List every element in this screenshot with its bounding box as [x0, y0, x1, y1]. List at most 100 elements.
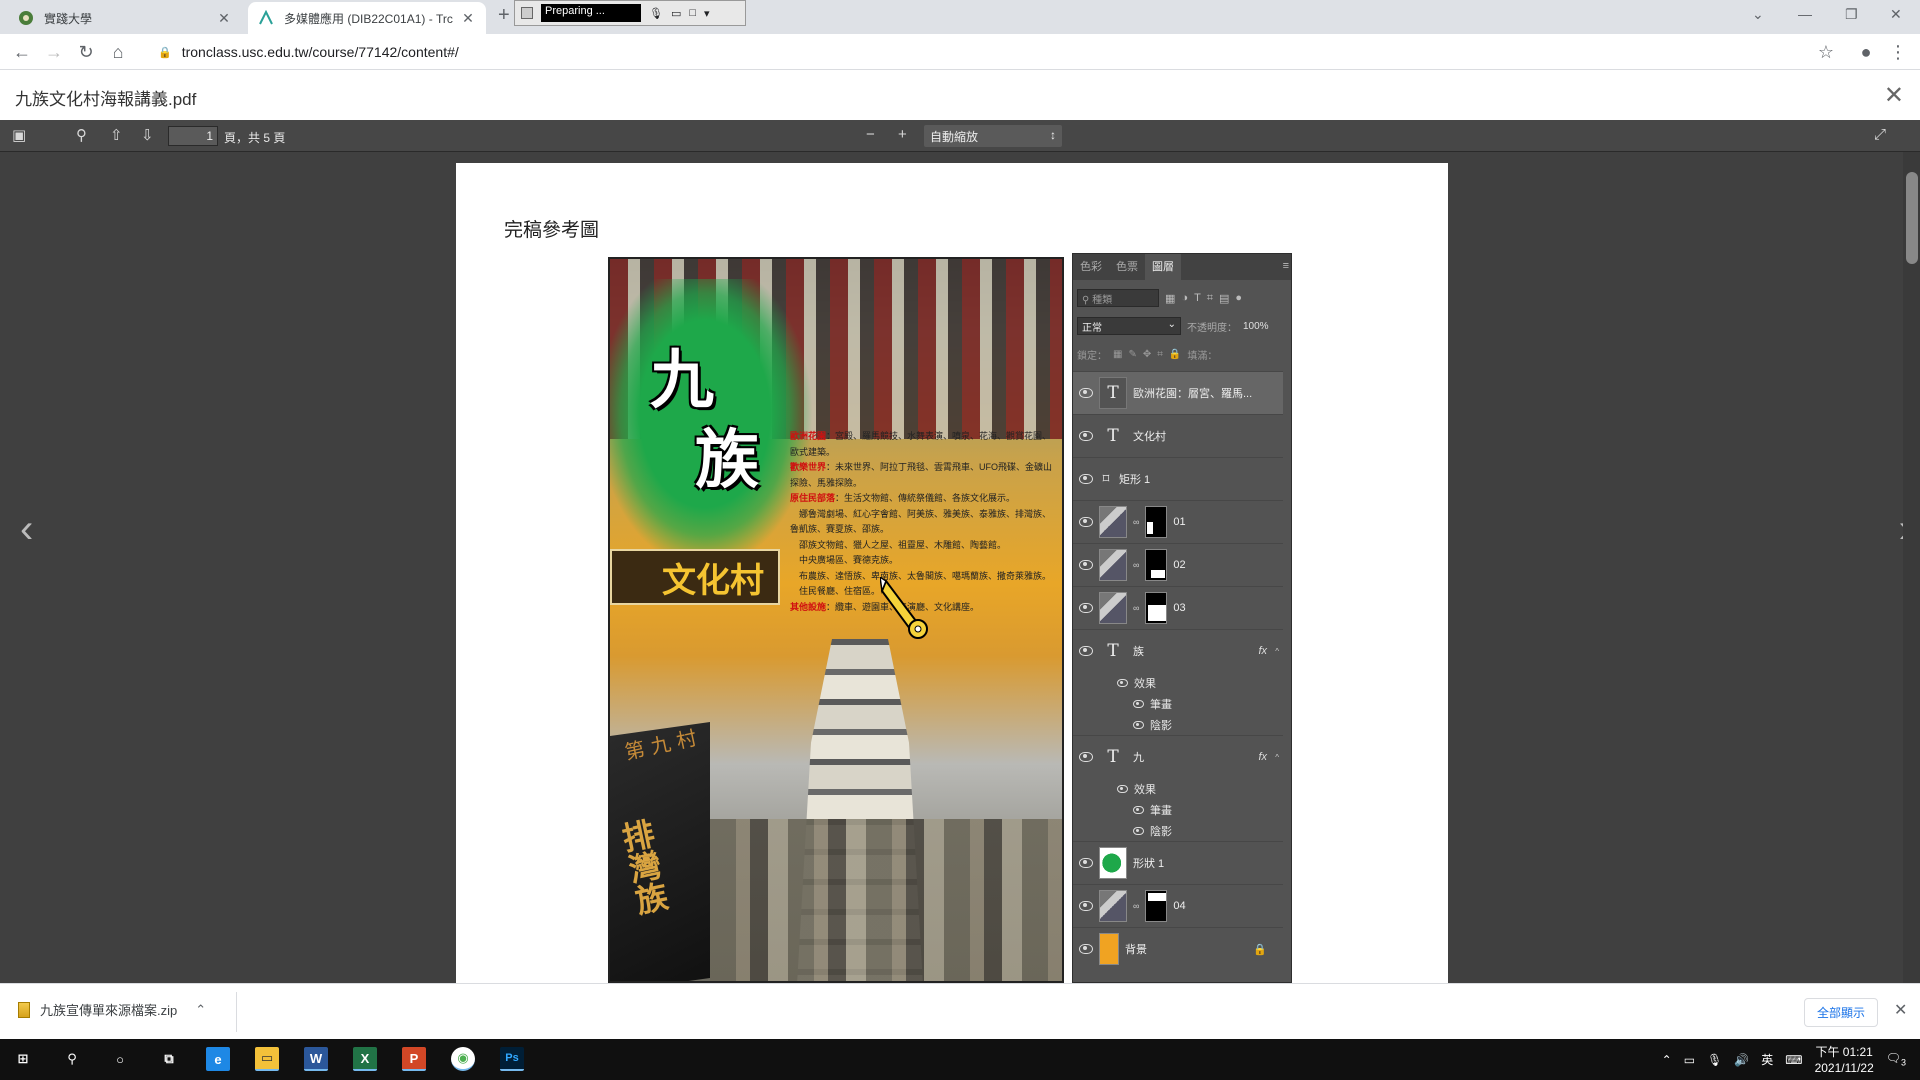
tab-color[interactable]: 色彩 [1073, 254, 1109, 280]
panel-menu-icon[interactable]: ≡ [1283, 260, 1289, 272]
visibility-eye-icon[interactable] [1133, 720, 1144, 729]
close-icon[interactable]: ✕ [1894, 1000, 1907, 1020]
layer-mask-thumbnail[interactable] [1145, 890, 1168, 922]
visibility-eye-icon[interactable] [1079, 901, 1093, 911]
layer-row[interactable]: 形狀 1 [1073, 841, 1283, 884]
fx-icon[interactable]: fx [1258, 751, 1267, 763]
photoshop-icon[interactable]: Ps [500, 1047, 524, 1071]
back-icon[interactable]: ← [12, 42, 32, 63]
cortana-icon[interactable]: ○ [108, 1047, 132, 1071]
layer-row[interactable]: ⌑ 矩形 1 [1073, 457, 1283, 500]
scrollbar-thumb[interactable] [1906, 172, 1918, 264]
layer-mask-thumbnail[interactable] [1145, 592, 1168, 624]
network-icon[interactable]: ▭ [1684, 1053, 1695, 1067]
notifications-icon[interactable]: 🗨3 [1886, 1051, 1906, 1067]
visibility-eye-icon[interactable] [1079, 752, 1093, 762]
visibility-eye-icon[interactable] [1133, 699, 1144, 708]
start-icon[interactable]: ⊞ [11, 1047, 35, 1071]
layer-mask-thumbnail[interactable] [1145, 549, 1168, 581]
ime-indicator[interactable]: 英 [1761, 1051, 1773, 1068]
lock-position-icon[interactable]: ✥ [1143, 349, 1151, 360]
record-icon[interactable] [521, 7, 533, 19]
new-tab-button[interactable]: + [498, 4, 510, 27]
tab-usc[interactable]: 實踐大學 ✕ [8, 2, 242, 34]
lock-paint-icon[interactable]: ✎ [1128, 349, 1136, 360]
word-icon[interactable]: W [304, 1047, 328, 1071]
page-number-input[interactable] [168, 126, 218, 146]
collapse-caret-icon[interactable]: ^ [1275, 753, 1279, 762]
link-chain-icon[interactable]: ∞ [1133, 901, 1139, 911]
tab-tronclass[interactable]: 多媒體應用 (DIB22C01A1) - Trc ✕ [248, 2, 486, 34]
show-hidden-icons-icon[interactable]: ⌃ [1662, 1053, 1672, 1067]
show-all-button[interactable]: 全部顯示 [1804, 998, 1879, 1027]
layer-mask-thumbnail[interactable] [1145, 506, 1168, 538]
link-chain-icon[interactable]: ∞ [1133, 517, 1139, 527]
url-field[interactable]: 🔒 tronclass.usc.edu.tw/course/77142/cont… [158, 41, 459, 63]
collapse-caret-icon[interactable]: ^ [1275, 647, 1279, 656]
volume-icon[interactable]: 🔊 [1734, 1053, 1749, 1067]
visibility-eye-icon[interactable] [1079, 474, 1093, 484]
visibility-eye-icon[interactable] [1079, 646, 1093, 656]
file-explorer-icon[interactable]: ▭ [255, 1047, 279, 1071]
previous-page-icon[interactable]: ⇧ [110, 126, 123, 144]
minimize-icon[interactable]: — [1798, 6, 1812, 22]
lock-transparent-icon[interactable]: ▦ [1113, 349, 1122, 360]
chevron-up-icon[interactable]: ⌃ [195, 1002, 206, 1018]
microphone-icon[interactable]: 🎙 [649, 7, 663, 20]
filter-shape-icon[interactable]: ⌗ [1207, 292, 1213, 305]
tab-search-icon[interactable]: ⌄ [1752, 6, 1764, 23]
visibility-eye-icon[interactable] [1133, 826, 1144, 835]
menu-icon[interactable]: ⋮ [1888, 42, 1908, 63]
visibility-eye-icon[interactable] [1079, 858, 1093, 868]
tab-layers[interactable]: 圖層 [1145, 254, 1181, 280]
bookmark-star-icon[interactable]: ☆ [1816, 42, 1836, 63]
lock-artboard-icon[interactable]: ⌗ [1157, 349, 1163, 360]
edge-icon[interactable]: e [206, 1047, 230, 1071]
powerpoint-icon[interactable]: P [402, 1047, 426, 1071]
reload-icon[interactable]: ↻ [76, 42, 96, 63]
link-chain-icon[interactable]: ∞ [1133, 603, 1139, 613]
fullscreen-icon[interactable]: ⤢ [1874, 126, 1886, 143]
next-page-icon[interactable]: ⇩ [141, 126, 154, 144]
layer-row[interactable]: 背景 🔒 [1073, 927, 1283, 970]
clock[interactable]: 下午 01:21 2021/11/22 [1815, 1044, 1874, 1076]
camera-icon[interactable]: ▭ [671, 7, 681, 20]
window-close-icon[interactable]: ✕ [1890, 6, 1902, 23]
layer-row[interactable]: ∞ 01 [1073, 500, 1283, 543]
filter-adjustment-icon[interactable]: ◑ [1181, 292, 1188, 304]
search-icon[interactable]: ⚲ [76, 126, 87, 144]
microphone-icon[interactable]: 🎙 [1707, 1053, 1722, 1067]
sidebar-toggle-icon[interactable]: ▣ [12, 126, 26, 144]
filter-pixel-icon[interactable]: ▦ [1165, 292, 1175, 305]
region-icon[interactable]: □ [689, 7, 696, 19]
download-item[interactable]: 九族宣傳單來源檔案.zip ⌃ [18, 1000, 206, 1019]
visibility-eye-icon[interactable] [1079, 603, 1093, 613]
layer-row[interactable]: T 九 fx ^ [1073, 735, 1283, 778]
chevron-down-icon[interactable]: ▾ [704, 7, 710, 20]
layer-row[interactable]: T 歐洲花園：層宮、羅馬... [1073, 371, 1283, 414]
zoom-out-icon[interactable]: − [866, 126, 875, 143]
zoom-in-icon[interactable]: + [898, 126, 907, 143]
restore-icon[interactable]: ❐ [1845, 6, 1858, 23]
fx-icon[interactable]: fx [1258, 645, 1267, 657]
filter-type-icon[interactable]: T [1194, 292, 1201, 304]
excel-icon[interactable]: X [353, 1047, 377, 1071]
close-icon[interactable]: ✕ [216, 10, 232, 27]
filter-smart-icon[interactable]: ▤ [1219, 292, 1229, 305]
visibility-eye-icon[interactable] [1117, 784, 1128, 793]
chrome-icon[interactable]: ◉ [451, 1047, 475, 1071]
visibility-eye-icon[interactable] [1079, 560, 1093, 570]
search-icon[interactable]: ⚲ [60, 1047, 84, 1071]
close-icon[interactable]: ✕ [460, 10, 476, 27]
tab-swatches[interactable]: 色票 [1109, 254, 1145, 280]
visibility-eye-icon[interactable] [1079, 517, 1093, 527]
link-chain-icon[interactable]: ∞ [1133, 560, 1139, 570]
home-icon[interactable]: ⌂ [108, 42, 128, 63]
layer-row[interactable]: T 文化村 [1073, 414, 1283, 457]
visibility-eye-icon[interactable] [1117, 678, 1128, 687]
task-view-icon[interactable]: ⧉ [157, 1047, 181, 1071]
previous-arrow-icon[interactable]: ‹ [20, 507, 33, 552]
close-icon[interactable]: ✕ [1884, 81, 1904, 110]
visibility-eye-icon[interactable] [1133, 805, 1144, 814]
blend-mode-select[interactable]: 正常 ⌄ [1077, 317, 1181, 335]
